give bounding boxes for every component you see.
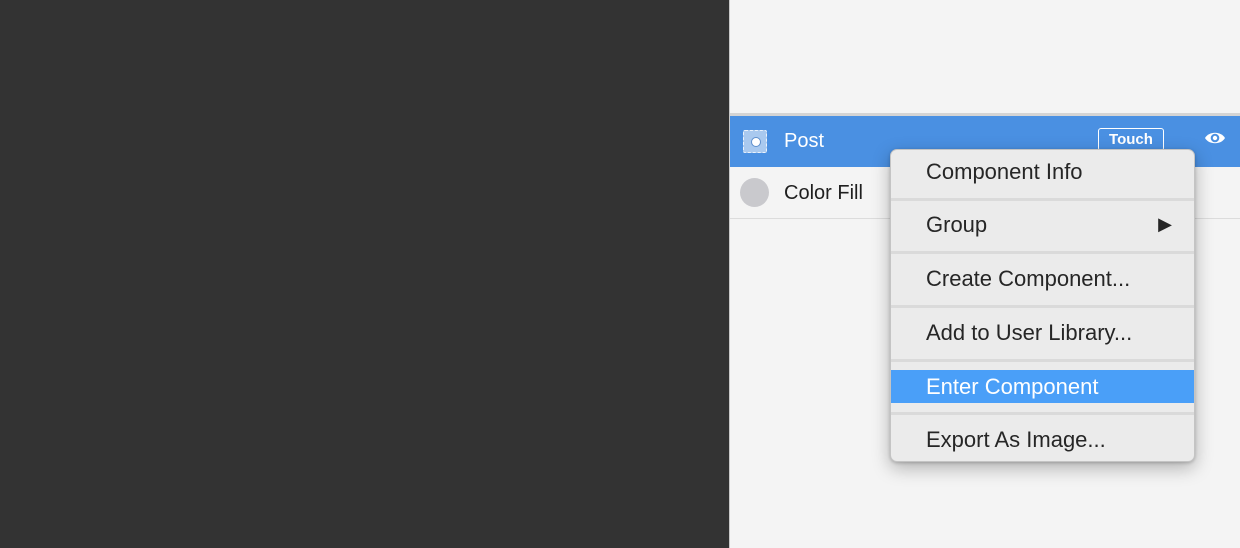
- menu-separator: [891, 305, 1194, 308]
- menu-item-enter-component[interactable]: Enter Component: [891, 370, 1194, 403]
- eye-icon[interactable]: [1204, 129, 1226, 147]
- menu-item-export-as-image[interactable]: Export As Image...: [891, 423, 1194, 456]
- app-window: Post Touch Color Fill Component Info Gro…: [0, 0, 1240, 548]
- layer-label: Post: [784, 130, 825, 152]
- submenu-arrow-icon: ▶: [1158, 214, 1172, 234]
- menu-item-add-to-user-library[interactable]: Add to User Library...: [891, 316, 1194, 349]
- menu-item-label: Enter Component: [926, 374, 1099, 399]
- component-icon: [743, 130, 767, 153]
- menu-separator: [891, 412, 1194, 415]
- menu-separator: [891, 359, 1194, 362]
- color-swatch-icon: [740, 178, 769, 207]
- menu-item-group[interactable]: Group ▶: [891, 208, 1194, 241]
- menu-item-label: Create Component...: [926, 266, 1131, 291]
- menu-item-label: Export As Image...: [926, 427, 1106, 452]
- menu-item-label: Group: [926, 212, 988, 237]
- menu-item-label: Component Info: [926, 159, 1083, 184]
- layer-label: Color Fill: [784, 182, 863, 204]
- context-menu: Component Info Group ▶ Create Component.…: [890, 149, 1195, 462]
- menu-item-label: Add to User Library...: [926, 320, 1133, 345]
- touch-badge[interactable]: Touch: [1098, 128, 1164, 151]
- menu-item-create-component[interactable]: Create Component...: [891, 262, 1194, 295]
- menu-item-component-info[interactable]: Component Info: [891, 155, 1194, 188]
- design-canvas[interactable]: [0, 0, 729, 548]
- menu-separator: [891, 198, 1194, 201]
- menu-separator: [891, 251, 1194, 254]
